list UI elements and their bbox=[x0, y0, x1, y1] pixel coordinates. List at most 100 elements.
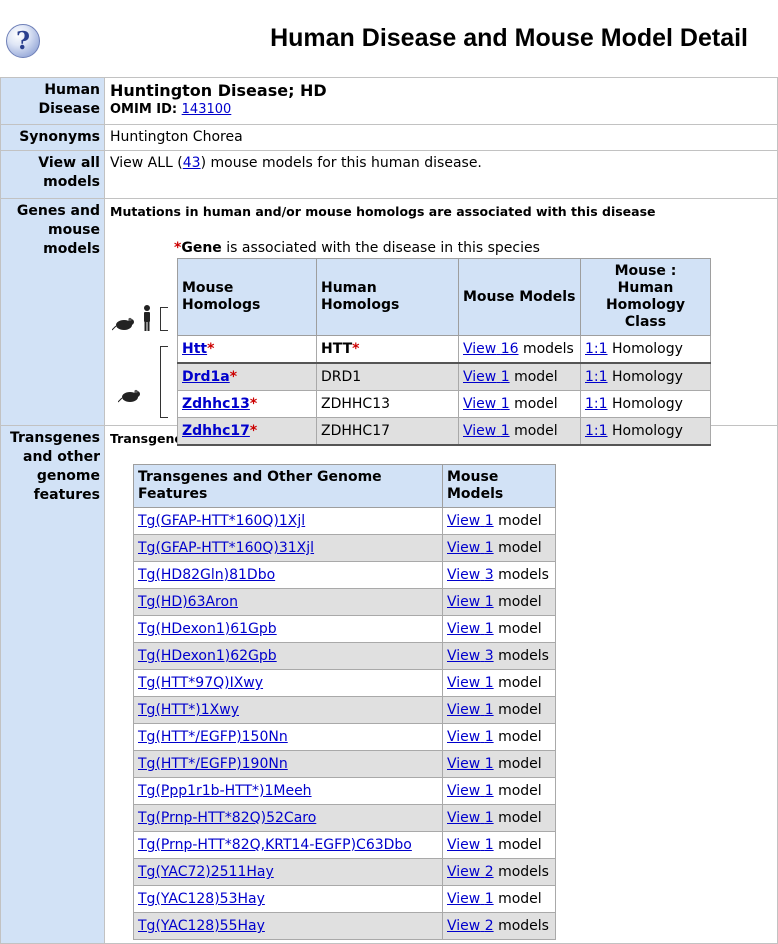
view-text: View bbox=[463, 369, 497, 385]
view-text: View bbox=[447, 837, 481, 853]
homology-class-link[interactable]: 1:1 bbox=[585, 369, 608, 385]
model-unit: model bbox=[498, 783, 542, 799]
note-gene: Gene bbox=[181, 240, 222, 256]
transgene-link[interactable]: Tg(HTT*/EGFP)150Nn bbox=[138, 729, 288, 745]
detail-table: Human Disease Huntington Disease; HD OMI… bbox=[0, 77, 778, 944]
transgene-link[interactable]: Tg(Prnp-HTT*82Q,KRT14-EGFP)C63Dbo bbox=[138, 837, 412, 853]
transgene-link[interactable]: Tg(HTT*)1Xwy bbox=[138, 702, 239, 718]
view-models-link[interactable]: View 1 bbox=[447, 891, 494, 907]
mouse-gene-link[interactable]: Zdhhc17 bbox=[182, 423, 250, 439]
view-models-link[interactable]: View 1 bbox=[447, 594, 494, 610]
homology-class-link[interactable]: 1:1 bbox=[585, 423, 608, 439]
help-icon[interactable]: ? bbox=[6, 24, 40, 58]
view-text: View bbox=[463, 341, 497, 357]
table-row: Drd1a* DRD1 View 1 model 1:1 Homology bbox=[177, 362, 711, 391]
view-models-link[interactable]: View 1 bbox=[463, 369, 510, 385]
model-unit: models bbox=[522, 341, 574, 357]
view-text: View bbox=[447, 891, 481, 907]
view-models-link[interactable]: View 1 bbox=[463, 396, 510, 412]
view-models-link[interactable]: View 2 bbox=[447, 864, 494, 880]
view-all-count-link[interactable]: 43 bbox=[183, 155, 201, 171]
model-count: 1 bbox=[484, 891, 494, 907]
view-all-label: View all models bbox=[0, 150, 105, 199]
model-unit: model bbox=[514, 423, 558, 439]
view-models-link[interactable]: View 3 bbox=[447, 648, 494, 664]
view-models-link[interactable]: View 1 bbox=[447, 540, 494, 556]
mouse-gene-link[interactable]: Zdhhc13 bbox=[182, 396, 250, 412]
synonyms-row: Synonyms Huntington Chorea bbox=[0, 124, 778, 151]
model-unit: model bbox=[498, 837, 542, 853]
col-transgenes: Transgenes and Other Genome Features bbox=[133, 464, 443, 508]
transgene-link[interactable]: Tg(YAC128)53Hay bbox=[138, 891, 265, 907]
view-models-link[interactable]: View 1 bbox=[447, 513, 494, 529]
transgene-link[interactable]: Tg(Ppp1r1b-HTT*)1Meeh bbox=[138, 783, 312, 799]
view-all-suffix: ) mouse models for this human disease. bbox=[200, 155, 482, 171]
homology-text: Homology bbox=[611, 423, 683, 439]
homology-text: Homology bbox=[611, 369, 683, 385]
transgene-link[interactable]: Tg(HD82Gln)81Dbo bbox=[138, 567, 275, 583]
table-row: Htt* HTT* View 16 models 1:1 Homology bbox=[177, 335, 711, 364]
transgene-link[interactable]: Tg(HTT*/EGFP)190Nn bbox=[138, 756, 288, 772]
view-models-link[interactable]: View 1 bbox=[447, 810, 494, 826]
view-models-link[interactable]: View 1 bbox=[447, 621, 494, 637]
model-unit: model bbox=[498, 702, 542, 718]
model-count: 1 bbox=[484, 756, 494, 772]
model-count: 1 bbox=[500, 369, 510, 385]
model-unit: model bbox=[498, 594, 542, 610]
gene-star: * bbox=[207, 341, 215, 357]
mouse-gene-link[interactable]: Htt bbox=[182, 341, 207, 357]
view-models-link[interactable]: View 1 bbox=[447, 837, 494, 853]
table-row: Tg(GFAP-HTT*160Q)31Xjl View 1 model bbox=[133, 534, 556, 562]
model-count: 1 bbox=[484, 783, 494, 799]
note-rest: is associated with the disease in this s… bbox=[221, 240, 540, 256]
view-models-link[interactable]: View 3 bbox=[447, 567, 494, 583]
view-text: View bbox=[447, 540, 481, 556]
view-text: View bbox=[463, 396, 497, 412]
view-text: View bbox=[447, 513, 481, 529]
model-count: 1 bbox=[500, 396, 510, 412]
table-row: Tg(HD82Gln)81Dbo View 3 models bbox=[133, 561, 556, 589]
view-models-link[interactable]: View 1 bbox=[447, 729, 494, 745]
table-row: Zdhhc17* ZDHHC17 View 1 model 1:1 Homolo… bbox=[177, 417, 711, 446]
transgenes-body: Tg(GFAP-HTT*160Q)1Xjl View 1 model Tg(GFAP… bbox=[133, 507, 556, 940]
view-models-link[interactable]: View 16 bbox=[463, 341, 519, 357]
transgene-link[interactable]: Tg(YAC72)2511Hay bbox=[138, 864, 274, 880]
model-unit: models bbox=[498, 648, 549, 664]
homology-class-link[interactable]: 1:1 bbox=[585, 341, 608, 357]
col-homology-class: Mouse : Human Homology Class bbox=[580, 258, 711, 336]
view-text: View bbox=[447, 918, 481, 934]
model-unit: model bbox=[498, 729, 542, 745]
view-text: View bbox=[447, 729, 481, 745]
view-models-link[interactable]: View 1 bbox=[447, 756, 494, 772]
homology-class-link[interactable]: 1:1 bbox=[585, 396, 608, 412]
table-row: Tg(HTT*)1Xwy View 1 model bbox=[133, 696, 556, 724]
view-models-link[interactable]: View 1 bbox=[447, 675, 494, 691]
model-count: 2 bbox=[484, 918, 494, 934]
transgene-link[interactable]: Tg(HD)63Aron bbox=[138, 594, 238, 610]
mouse-gene-link[interactable]: Drd1a bbox=[182, 369, 230, 385]
human-gene: ZDHHC17 bbox=[316, 417, 459, 446]
transgene-link[interactable]: Tg(HTT*97Q)IXwy bbox=[138, 675, 263, 691]
human-gene: ZDHHC13 bbox=[316, 390, 459, 418]
view-models-link[interactable]: View 1 bbox=[447, 702, 494, 718]
view-text: View bbox=[447, 621, 481, 637]
human-gene: HTT bbox=[321, 341, 353, 357]
omim-id-link[interactable]: 143100 bbox=[182, 102, 232, 117]
view-text: View bbox=[447, 810, 481, 826]
transgene-link[interactable]: Tg(YAC128)55Hay bbox=[138, 918, 265, 934]
col-human-homologs: Human Homologs bbox=[316, 258, 459, 336]
transgenes-label: Transgenes and other genome features bbox=[0, 425, 105, 944]
view-text: View bbox=[447, 783, 481, 799]
transgene-link[interactable]: Tg(HDexon1)62Gpb bbox=[138, 648, 277, 664]
transgene-link[interactable]: Tg(GFAP-HTT*160Q)1Xjl bbox=[138, 513, 305, 529]
view-models-link[interactable]: View 1 bbox=[463, 423, 510, 439]
view-all-prefix: View ALL ( bbox=[110, 155, 183, 171]
transgene-link[interactable]: Tg(GFAP-HTT*160Q)31Xjl bbox=[138, 540, 314, 556]
view-models-link[interactable]: View 2 bbox=[447, 918, 494, 934]
view-models-link[interactable]: View 1 bbox=[447, 783, 494, 799]
model-unit: model bbox=[498, 621, 542, 637]
transgene-link[interactable]: Tg(HDexon1)61Gpb bbox=[138, 621, 277, 637]
view-text: View bbox=[447, 675, 481, 691]
model-count: 1 bbox=[484, 540, 494, 556]
transgene-link[interactable]: Tg(Prnp-HTT*82Q)52Caro bbox=[138, 810, 316, 826]
